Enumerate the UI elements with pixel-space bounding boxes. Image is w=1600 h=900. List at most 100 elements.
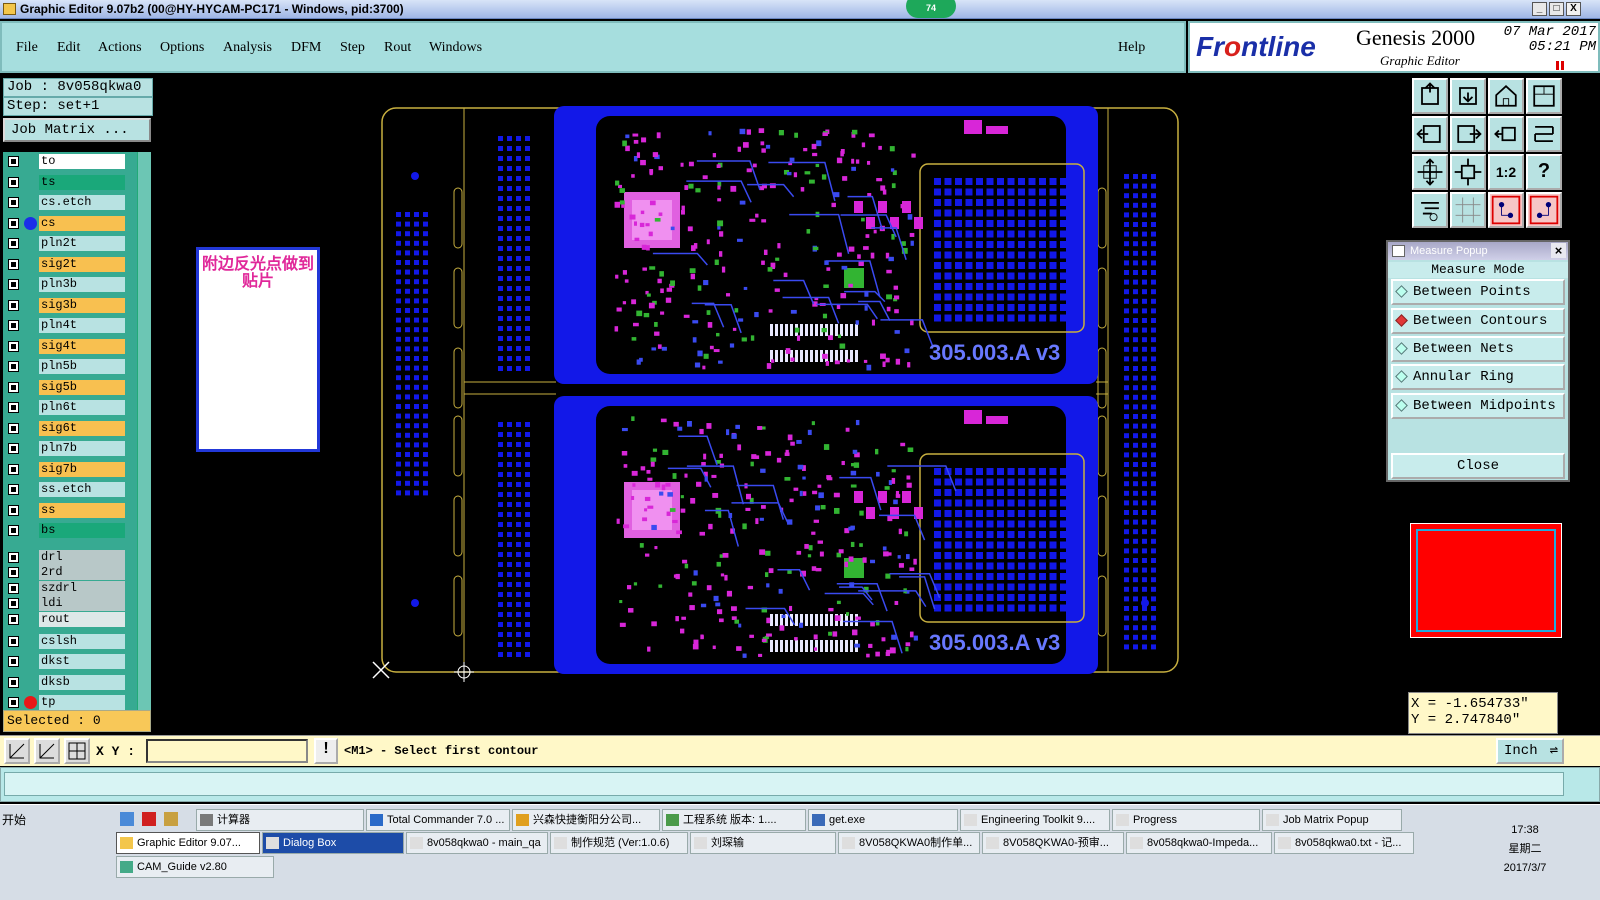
task-row2-6[interactable]: 8V058QKWA0制作单...: [838, 832, 980, 854]
menu-help[interactable]: Help: [1118, 40, 1145, 56]
layer-checkbox[interactable]: [8, 484, 19, 495]
layer-row-sig4t[interactable]: sig4t: [5, 338, 127, 354]
layer-checkbox[interactable]: [8, 217, 19, 229]
task-row2-8[interactable]: 8v058qkwa0-Impeda...: [1126, 832, 1272, 854]
task-8[interactable]: Job Matrix Popup: [1262, 809, 1402, 831]
fit-icon[interactable]: [1526, 116, 1562, 152]
help-icon[interactable]: ?: [1526, 154, 1562, 190]
snap-grid-icon[interactable]: [64, 738, 90, 764]
net-left-icon[interactable]: [1488, 192, 1524, 228]
system-clock[interactable]: 17:38 星期二 2017/3/7: [1500, 821, 1550, 878]
layer-checkbox[interactable]: [8, 381, 19, 393]
pan-left-icon[interactable]: [1412, 116, 1448, 152]
layer-row-sig5b[interactable]: sig5b: [5, 379, 127, 395]
layer-row-cs[interactable]: cs: [5, 215, 127, 231]
job-matrix-button[interactable]: Job Matrix ...: [3, 118, 151, 142]
layer-checkbox[interactable]: [8, 299, 19, 311]
xy-input[interactable]: [146, 739, 308, 763]
back-icon[interactable]: [1488, 116, 1524, 152]
layer-checkbox[interactable]: [8, 598, 19, 610]
layer-checkbox[interactable]: [8, 551, 19, 563]
layer-scrollbar[interactable]: [137, 152, 151, 722]
layer-row-sig2t[interactable]: sig2t: [5, 256, 127, 272]
measure-icon[interactable]: [34, 738, 60, 764]
task-row2-4[interactable]: 制作规范 (Ver:1.0.6): [550, 832, 688, 854]
option-between-nets[interactable]: Between Nets: [1391, 336, 1565, 362]
layer-row-pln5b[interactable]: pln5b: [5, 359, 127, 374]
menu-analysis[interactable]: Analysis: [223, 40, 272, 56]
pcb-board[interactable]: 305.003.A v3305.003.A v3: [156, 76, 1406, 734]
popup-close-button[interactable]: Close: [1391, 453, 1565, 479]
task-row2-2[interactable]: Dialog Box: [262, 832, 404, 854]
layer-row-sig6t[interactable]: sig6t: [5, 420, 127, 436]
maximize-button[interactable]: □: [1549, 2, 1564, 16]
zoom-home-icon[interactable]: [1412, 78, 1448, 114]
start-button[interactable]: 开始: [2, 811, 26, 828]
home-icon[interactable]: [1488, 78, 1524, 114]
notification-badge[interactable]: 74: [906, 0, 956, 18]
layer-checkbox[interactable]: [8, 443, 19, 454]
option-between-points[interactable]: Between Points: [1391, 279, 1565, 305]
layer-row-ts[interactable]: ts: [5, 174, 127, 190]
layer-checkbox[interactable]: [8, 582, 19, 594]
layer-checkbox[interactable]: [8, 676, 19, 688]
menu-edit[interactable]: Edit: [57, 40, 80, 56]
task-row2-7[interactable]: 8V058QKWA0-预审...: [982, 832, 1124, 854]
option-annular-ring[interactable]: Annular Ring: [1391, 364, 1565, 390]
layer-row-dkst[interactable]: dkst: [5, 654, 127, 669]
menu-options[interactable]: Options: [160, 40, 204, 56]
task-4[interactable]: 工程系统 版本: 1....: [662, 809, 806, 831]
layer-checkbox[interactable]: [8, 361, 19, 372]
layer-checkbox[interactable]: [8, 156, 19, 167]
units-select[interactable]: Inch ⇌: [1496, 738, 1564, 764]
layer-checkbox[interactable]: [8, 504, 19, 516]
layer-row-bs[interactable]: bs: [5, 523, 127, 538]
layer-row-to[interactable]: to: [5, 154, 127, 169]
frame-icon[interactable]: [1526, 78, 1562, 114]
task-1[interactable]: 计算器: [196, 809, 364, 831]
quick-launch[interactable]: [120, 811, 190, 827]
layer-checkbox[interactable]: [8, 422, 19, 434]
layer-checkbox[interactable]: [8, 697, 19, 708]
layer-row-sig7b[interactable]: sig7b: [5, 461, 127, 477]
layer-checkbox[interactable]: [8, 340, 19, 352]
menu-file[interactable]: File: [16, 40, 38, 56]
layer-row-ldi[interactable]: ldi: [5, 596, 127, 612]
task-7[interactable]: Progress: [1112, 809, 1260, 831]
center-icon[interactable]: [1450, 154, 1486, 190]
move-icon[interactable]: [1412, 154, 1448, 190]
layer-row-tp[interactable]: tp: [5, 695, 127, 710]
menu-step[interactable]: Step: [340, 40, 365, 56]
layer-row-ss[interactable]: ss: [5, 502, 127, 518]
option-between-contours[interactable]: Between Contours: [1391, 308, 1565, 334]
status-field[interactable]: [4, 772, 1564, 796]
layer-checkbox[interactable]: [8, 656, 19, 667]
task-6[interactable]: Engineering Toolkit 9....: [960, 809, 1110, 831]
layer-checkbox[interactable]: [8, 320, 19, 331]
layer-checkbox[interactable]: [8, 635, 19, 647]
select-icon[interactable]: [4, 738, 30, 764]
menu-rout[interactable]: Rout: [384, 40, 411, 56]
task-cam-guide[interactable]: CAM_Guide v2.80: [116, 856, 274, 878]
task-row2-5[interactable]: 刘琛输: [690, 832, 836, 854]
layer-row-pln3b[interactable]: pln3b: [5, 277, 127, 292]
layer-row-drl[interactable]: drl: [5, 549, 127, 565]
layer-checkbox[interactable]: [8, 176, 19, 188]
layer-row-2rd[interactable]: 2rd: [5, 565, 127, 581]
layer-checkbox[interactable]: [8, 567, 19, 579]
layer-row-pln7b[interactable]: pln7b: [5, 441, 127, 456]
layer-checkbox[interactable]: [8, 525, 19, 536]
task-row2-9[interactable]: 8v058qkwa0.txt - 记...: [1274, 832, 1414, 854]
tools-icon[interactable]: [1412, 192, 1448, 228]
layer-row-pln6t[interactable]: pln6t: [5, 400, 127, 415]
grid-icon[interactable]: [1450, 192, 1486, 228]
layer-row-pln2t[interactable]: pln2t: [5, 236, 127, 251]
pan-right-icon[interactable]: [1450, 116, 1486, 152]
layer-row-ss-etch[interactable]: ss.etch: [5, 482, 127, 497]
layer-checkbox[interactable]: [8, 463, 19, 475]
popup-close-icon[interactable]: ×: [1551, 243, 1566, 258]
layer-row-rout[interactable]: rout: [5, 611, 127, 627]
graphic-canvas[interactable]: 305.003.A v3 305.003.A v3: [156, 76, 1406, 734]
task-row2-1[interactable]: Graphic Editor 9.07...: [116, 832, 260, 854]
option-between-midpoints[interactable]: Between Midpoints: [1391, 393, 1565, 419]
